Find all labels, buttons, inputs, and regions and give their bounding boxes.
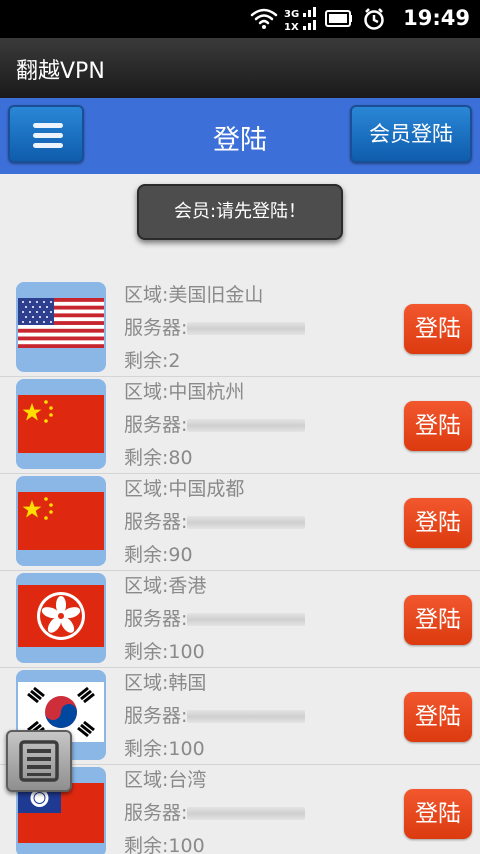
svg-text:1X: 1X bbox=[284, 22, 299, 32]
server-region: 区域:台湾 bbox=[124, 769, 207, 791]
server-address-redacted bbox=[187, 710, 306, 723]
wifi-icon bbox=[250, 8, 278, 29]
list-icon bbox=[19, 740, 59, 782]
signal-3g-icon: 3G 1X bbox=[284, 7, 316, 32]
app-title-bar: 翻越VPN bbox=[0, 38, 480, 98]
app-title: 翻越VPN bbox=[16, 59, 105, 84]
server-address: 服务器: bbox=[124, 313, 306, 346]
server-info: 区域:香港 服务器: 剩余:100 bbox=[124, 571, 306, 670]
server-region: 区域:香港 bbox=[124, 575, 207, 597]
server-address: 服务器: bbox=[124, 798, 306, 831]
server-remaining: 剩余:80 bbox=[124, 447, 193, 469]
server-address-redacted bbox=[187, 613, 306, 626]
server-remaining: 剩余:100 bbox=[124, 641, 205, 663]
server-address-redacted bbox=[187, 322, 306, 335]
china-flag-icon bbox=[16, 476, 106, 566]
login-button[interactable]: 登陆 bbox=[404, 498, 472, 548]
server-remaining: 剩余:100 bbox=[124, 738, 205, 760]
server-address-redacted bbox=[187, 419, 306, 432]
alarm-icon bbox=[364, 8, 384, 30]
server-address: 服务器: bbox=[124, 410, 306, 443]
server-remaining: 剩余:2 bbox=[124, 350, 181, 372]
toast-message: 会员:请先登陆！ bbox=[137, 184, 343, 240]
china-flag-icon bbox=[16, 379, 106, 469]
login-button[interactable]: 登陆 bbox=[404, 304, 472, 354]
usa-flag-icon bbox=[16, 282, 106, 372]
status-bar: 3G 1X 19:49 bbox=[0, 0, 480, 38]
server-row[interactable]: 区域:美国旧金山 服务器: 剩余:2 登陆 bbox=[0, 280, 480, 377]
battery-icon bbox=[325, 10, 352, 27]
status-icons: 3G 1X bbox=[250, 7, 384, 32]
hongkong-flag-icon bbox=[16, 573, 106, 663]
server-remaining: 剩余:100 bbox=[124, 835, 205, 854]
svg-text:3G: 3G bbox=[284, 9, 299, 20]
server-region: 区域:中国杭州 bbox=[124, 381, 245, 403]
server-info: 区域:韩国 服务器: 剩余:100 bbox=[124, 668, 306, 767]
server-address: 服务器: bbox=[124, 701, 306, 734]
login-button[interactable]: 登陆 bbox=[404, 692, 472, 742]
server-info: 区域:台湾 服务器: 剩余:100 bbox=[124, 765, 306, 854]
server-row[interactable]: 区域:香港 服务器: 剩余:100 登陆 bbox=[0, 571, 480, 668]
server-list: 区域:美国旧金山 服务器: 剩余:2 登陆 区域:中国杭州 服务器: 剩余:80… bbox=[0, 280, 480, 854]
server-address: 服务器: bbox=[124, 604, 306, 637]
server-row[interactable]: 区域:韩国 服务器: 剩余:100 登陆 bbox=[0, 668, 480, 765]
server-region: 区域:中国成都 bbox=[124, 478, 245, 500]
status-time: 19:49 bbox=[403, 6, 470, 30]
server-address-redacted bbox=[187, 516, 306, 529]
page-header: 登陆 会员登陆 bbox=[0, 98, 480, 174]
server-row[interactable]: 区域:中国成都 服务器: 剩余:90 登陆 bbox=[0, 474, 480, 571]
server-region: 区域:韩国 bbox=[124, 672, 207, 694]
server-row[interactable]: 区域:中国杭州 服务器: 剩余:80 登陆 bbox=[0, 377, 480, 474]
server-info: 区域:美国旧金山 服务器: 剩余:2 bbox=[124, 280, 306, 379]
member-login-button[interactable]: 会员登陆 bbox=[350, 105, 472, 163]
login-button[interactable]: 登陆 bbox=[404, 401, 472, 451]
server-address-redacted bbox=[187, 807, 306, 820]
server-info: 区域:中国成都 服务器: 剩余:90 bbox=[124, 474, 306, 573]
server-address: 服务器: bbox=[124, 507, 306, 540]
server-row[interactable]: 区域:台湾 服务器: 剩余:100 登陆 bbox=[0, 765, 480, 854]
server-region: 区域:美国旧金山 bbox=[124, 284, 264, 306]
login-button[interactable]: 登陆 bbox=[404, 789, 472, 839]
floating-list-button[interactable] bbox=[6, 730, 72, 792]
server-info: 区域:中国杭州 服务器: 剩余:80 bbox=[124, 377, 306, 476]
login-button[interactable]: 登陆 bbox=[404, 595, 472, 645]
server-remaining: 剩余:90 bbox=[124, 544, 193, 566]
